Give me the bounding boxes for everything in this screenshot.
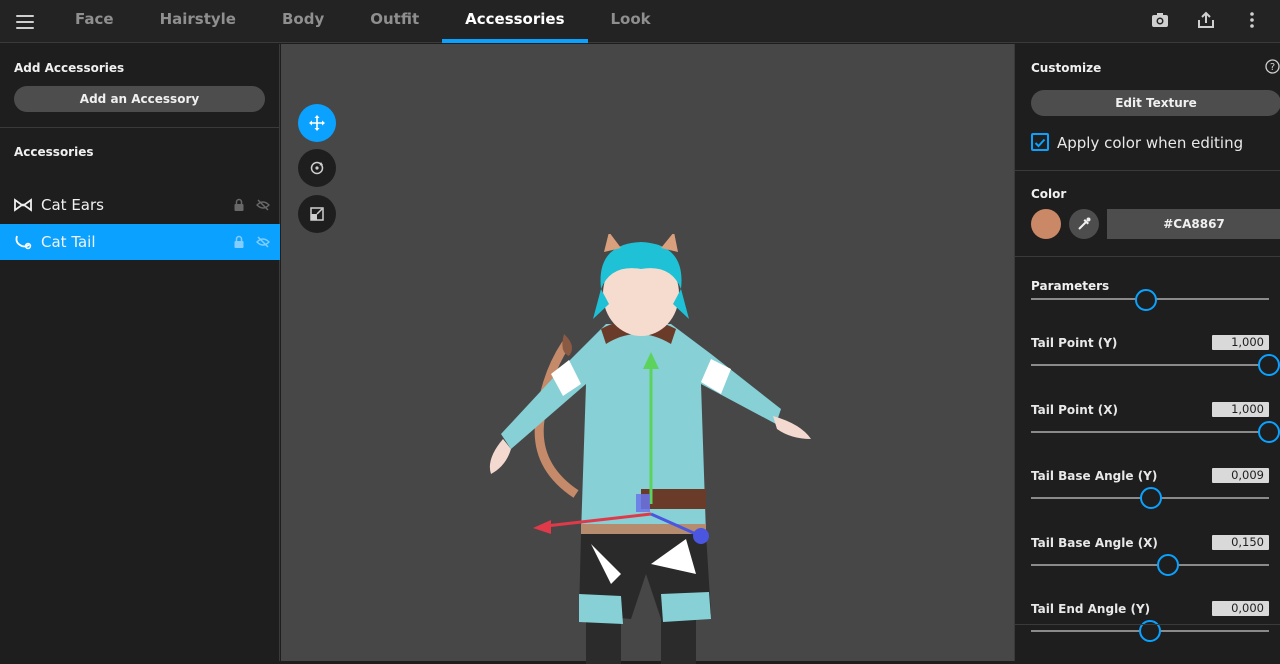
param-value-tail-end-angle-y[interactable]: 0,000 <box>1212 601 1269 616</box>
divider <box>1015 256 1280 257</box>
visibility-off-icon[interactable] <box>256 198 270 212</box>
add-accessories-title: Add Accessories <box>14 61 125 75</box>
rotate-tool-button[interactable] <box>298 149 336 187</box>
param-slider-knob-tail-point-x[interactable] <box>1258 420 1280 443</box>
accessory-label: Cat Tail <box>41 233 96 251</box>
divider <box>1015 170 1280 171</box>
divider <box>1015 624 1280 625</box>
tab-body[interactable]: Body <box>259 0 347 43</box>
param-slider-track-tail-point-y[interactable] <box>1031 364 1269 366</box>
color-hex-input[interactable]: #CA8867 <box>1107 209 1280 239</box>
move-tool-button[interactable] <box>298 104 336 142</box>
tab-accessories[interactable]: Accessories <box>442 0 588 43</box>
lock-icon[interactable] <box>232 235 246 249</box>
param-value-tail-base-angle-x[interactable]: 0,150 <box>1212 534 1269 550</box>
tab-outfit[interactable]: Outfit <box>347 0 442 43</box>
param-label-tail-point-y: Tail Point (Y) <box>1031 336 1118 350</box>
visibility-off-icon[interactable] <box>256 235 270 249</box>
top-bar: Face Hairstyle Body Outfit Accessories L… <box>0 0 1280 43</box>
avatar-model[interactable] <box>481 234 831 664</box>
accessory-item-cat-ears[interactable]: Cat Ears <box>0 187 280 223</box>
accessories-panel: Add Accessories Add an Accessory Accesso… <box>0 44 280 661</box>
camera-icon[interactable] <box>1150 10 1170 30</box>
customize-title: Customize <box>1031 61 1102 75</box>
color-swatch[interactable] <box>1031 209 1061 239</box>
divider <box>0 127 280 128</box>
param-value-tail-base-angle-y[interactable]: 0,009 <box>1212 468 1269 483</box>
eyedropper-icon <box>1078 217 1091 230</box>
rotate-icon <box>310 161 324 175</box>
svg-text:?: ? <box>1270 62 1275 73</box>
scale-icon <box>310 207 324 221</box>
hamburger-menu-icon[interactable] <box>14 12 36 30</box>
tab-look[interactable]: Look <box>588 0 674 43</box>
accessories-list-title: Accessories <box>14 145 94 159</box>
cat-ears-icon <box>14 198 32 212</box>
main-tabs: Face Hairstyle Body Outfit Accessories L… <box>52 0 674 43</box>
param-slider-knob-tail-base-angle-x[interactable] <box>1156 553 1179 576</box>
parameters-title: Parameters <box>1031 279 1110 293</box>
param-label-tail-point-x: Tail Point (X) <box>1031 402 1118 417</box>
apply-color-label: Apply color when editing <box>1057 134 1244 152</box>
accessory-item-cat-tail[interactable]: Cat Tail <box>0 224 280 260</box>
tab-hairstyle[interactable]: Hairstyle <box>137 0 259 43</box>
scale-tool-button[interactable] <box>298 195 336 233</box>
tab-face[interactable]: Face <box>52 0 137 43</box>
param-slider-track-tail-base-angle-x[interactable] <box>1031 563 1269 566</box>
more-vertical-icon[interactable] <box>1242 10 1262 30</box>
lock-icon[interactable] <box>232 198 246 212</box>
add-accessory-button[interactable]: Add an Accessory <box>14 86 265 112</box>
3d-viewport[interactable] <box>281 44 1014 664</box>
accessory-label: Cat Ears <box>41 196 104 214</box>
help-icon[interactable]: ? <box>1265 59 1280 74</box>
param-slider-track-tail-point-x[interactable] <box>1031 430 1269 433</box>
color-title: Color <box>1031 187 1067 201</box>
parameters-slider-knob[interactable] <box>1135 289 1157 311</box>
customize-panel: Customize ? Edit Texture Apply color whe… <box>1014 44 1280 661</box>
param-value-tail-point-x[interactable]: 1,000 <box>1212 401 1269 417</box>
share-icon[interactable] <box>1196 10 1216 30</box>
checkmark-icon <box>1034 138 1046 148</box>
edit-texture-button[interactable]: Edit Texture <box>1031 90 1280 116</box>
apply-color-checkbox[interactable] <box>1031 133 1049 151</box>
param-value-tail-point-y[interactable]: 1,000 <box>1212 335 1269 350</box>
param-label-tail-end-angle-y: Tail End Angle (Y) <box>1031 602 1151 616</box>
param-label-tail-base-angle-x: Tail Base Angle (X) <box>1031 535 1158 550</box>
param-label-tail-base-angle-y: Tail Base Angle (Y) <box>1031 469 1158 483</box>
eyedropper-button[interactable] <box>1069 209 1099 239</box>
param-slider-knob-tail-point-y[interactable] <box>1258 354 1280 376</box>
cat-tail-icon <box>15 235 32 250</box>
param-slider-knob-tail-base-angle-y[interactable] <box>1140 487 1163 509</box>
move-icon <box>309 115 325 131</box>
